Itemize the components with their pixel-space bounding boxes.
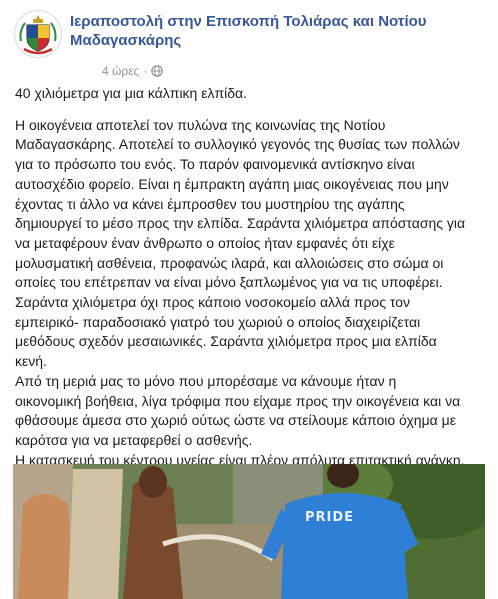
post-line: να μεταφέρουν έναν άνθρωπο ο οποίος ήταν… bbox=[15, 234, 395, 251]
post-line: έχοντας τι άλλο να κάνει έμπροσθεν του μ… bbox=[15, 195, 405, 212]
post-body: 40 χιλιόμετρα για μια κάλπικη ελπίδα. Η … bbox=[15, 84, 487, 470]
post-line: Μαδαγασκάρης. Αποτελεί το συλλογικό γεγο… bbox=[15, 136, 460, 153]
post-line: κενή. bbox=[15, 353, 47, 370]
post-line: Η οικογένεια αποτελεί τον πυλώνα της κοι… bbox=[15, 116, 386, 133]
post-line: Σαράντα χιλιόμετρα όχι προς κάποιο νοσοκ… bbox=[15, 294, 410, 311]
post-line: εμπειρικό- παραδοσιακό γιατρό του χωριού… bbox=[15, 313, 421, 330]
post-line: καρότσα για να μεταφερθεί ο ασθενής. bbox=[15, 431, 253, 448]
facebook-post: Ιεραποστολή στην Επισκοπή Τολιάρας και Ν… bbox=[0, 0, 498, 599]
meta-separator: · bbox=[143, 64, 148, 78]
post-line: φθάσουμε άμεσα στο χωριό ούτως ώστε να σ… bbox=[15, 412, 456, 429]
post-line: μολυσματική ασθένεια, προφανώς ιλαρά, κα… bbox=[15, 254, 444, 271]
post-line: 40 χιλιόμετρα για μια κάλπικη ελπίδα. bbox=[15, 85, 248, 101]
coat-of-arms-logo bbox=[16, 12, 60, 56]
page-name-line: Μαδαγασκάρης bbox=[70, 32, 182, 49]
photo-scene bbox=[13, 464, 485, 599]
page-name-line: Ιεραποστολή στην Επισκοπή Τολιάρας και Ν… bbox=[70, 13, 427, 30]
page-avatar[interactable] bbox=[14, 10, 62, 58]
post-line: Από τη μεριά μας το μόνο που μπορέσαμε ν… bbox=[15, 372, 397, 389]
post-line: δημιουργεί το μέσο προς την ελπίδα. Σαρά… bbox=[15, 215, 466, 232]
post-timestamp[interactable]: 4 ώρες bbox=[102, 64, 139, 78]
post-line: οποίες του επέτρεπαν να είναι μόνο ξαπλω… bbox=[15, 274, 443, 291]
post-line: οικονομική βοήθεια, λίγα τρόφιμα που είχ… bbox=[15, 392, 461, 409]
shirt-text: PRIDE bbox=[305, 510, 355, 525]
post-header: Ιεραποστολή στην Επισκοπή Τολιάρας και Ν… bbox=[14, 10, 484, 78]
post-meta: 4 ώρες · bbox=[102, 64, 164, 80]
post-line: για το πρόσωπο του ενός. Το παρόν φαινομ… bbox=[15, 156, 415, 173]
post-photo[interactable]: PRIDE bbox=[13, 464, 485, 599]
post-line: αυτοσχέδιο φορείο. Είναι η έμπρακτη αγάπ… bbox=[15, 175, 449, 192]
globe-icon[interactable] bbox=[151, 65, 164, 80]
page-name-link[interactable]: Ιεραποστολή στην Επισκοπή Τολιάρας και Ν… bbox=[70, 12, 480, 50]
post-line: μεθόδους σχεδόν μεσαιωνικές. Σαράντα χιλ… bbox=[15, 333, 437, 350]
